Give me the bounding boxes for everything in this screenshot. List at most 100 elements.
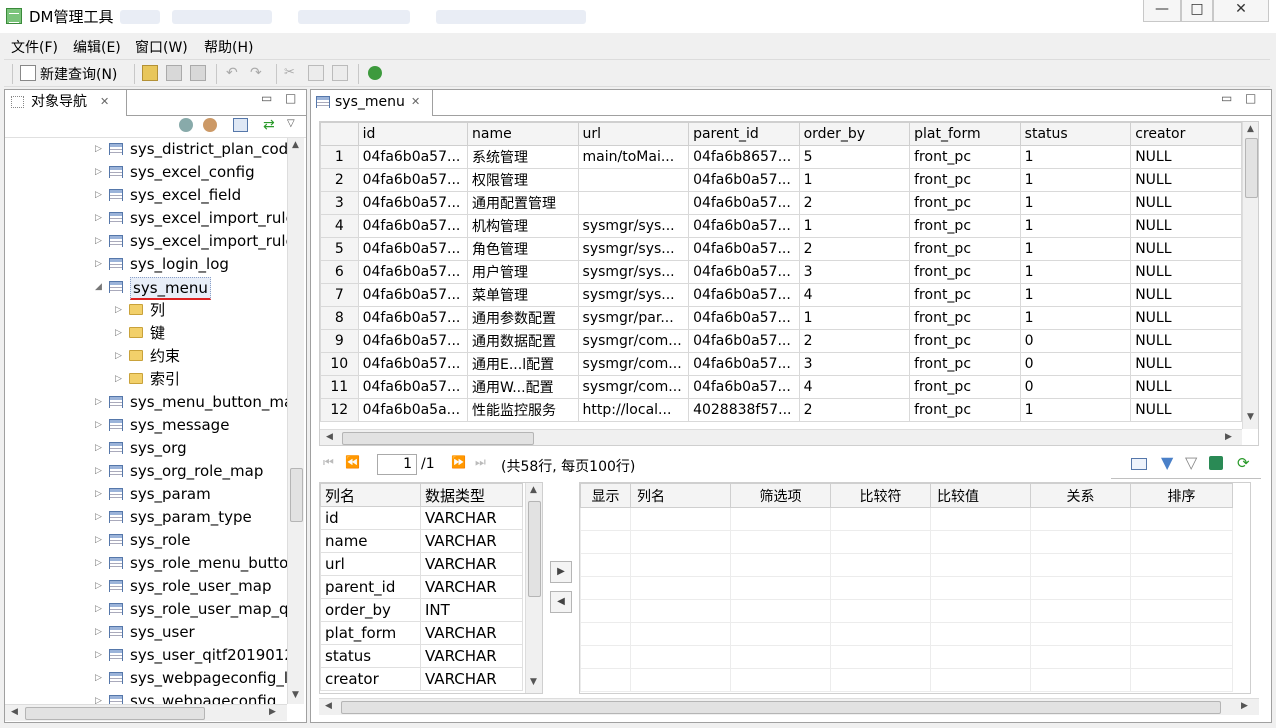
grid-horizontal-scrollbar[interactable]: ◀ ▶ — [320, 429, 1242, 445]
grid-cell[interactable]: 3 — [798, 260, 911, 284]
grid-cell[interactable]: 4 — [798, 375, 911, 399]
expand-chevron-icon[interactable]: ▷ — [95, 184, 102, 207]
expand-chevron-icon[interactable]: ▷ — [95, 483, 102, 506]
column-name-cell[interactable]: creator — [320, 667, 421, 691]
expand-chevron-icon[interactable]: ▷ — [95, 598, 102, 621]
scroll-up-icon[interactable]: ▲ — [530, 485, 537, 495]
scroll-right-icon[interactable]: ▶ — [1241, 701, 1248, 711]
grid-cell[interactable]: 角色管理 — [467, 237, 579, 261]
table-row[interactable]: 7 04fa6b0a57... 菜单管理 sysmgr/sys... 04fa6b0a5… — [320, 283, 1242, 307]
grid-cell[interactable]: 1 — [1019, 306, 1132, 330]
add-to-filter-button[interactable]: ▶ — [550, 561, 572, 583]
grid-cell[interactable]: 通用数据配置 — [467, 329, 579, 353]
column-name-cell[interactable]: order_by — [320, 598, 421, 622]
grid-cell[interactable]: 1 — [1019, 237, 1132, 261]
grid-cell[interactable] — [577, 168, 690, 192]
grid-cell[interactable]: 04fa6b0a57... — [688, 237, 800, 261]
grid-cell[interactable]: front_pc — [909, 145, 1021, 169]
grid-cell[interactable]: 1 — [1019, 260, 1132, 284]
grid-column-header[interactable]: status — [1019, 122, 1132, 146]
grid-cell[interactable]: 1 — [798, 306, 911, 330]
column-header-name[interactable]: 列名 — [320, 483, 421, 507]
grid-cell[interactable]: front_pc — [909, 191, 1021, 215]
column-type-cell[interactable]: VARCHAR — [420, 529, 523, 553]
filter-header-operator[interactable]: 比较符 — [830, 483, 931, 508]
expand-chevron-icon[interactable]: ▷ — [95, 138, 102, 161]
grid-cell[interactable] — [577, 191, 690, 215]
new-query-button[interactable]: 新建查询(N) — [40, 64, 117, 84]
grid-column-header[interactable]: creator — [1130, 122, 1242, 146]
grid-cell[interactable]: 2 — [798, 329, 911, 353]
list-item[interactable]: url VARCHAR — [320, 552, 523, 576]
prev-page-icon[interactable]: ⏪ — [345, 455, 360, 469]
grid-cell[interactable]: 通用W...配置 — [467, 375, 579, 399]
table-row[interactable]: 9 04fa6b0a57... 通用数据配置 sysmgr/com... 04fa6b0… — [320, 329, 1242, 353]
minimize-button[interactable]: — — [1143, 0, 1181, 22]
grid-cell[interactable]: front_pc — [909, 306, 1021, 330]
grid-cell[interactable]: 2 — [798, 237, 911, 261]
table-row[interactable]: 4 04fa6b0a57... 机构管理 sysmgr/sys... 04fa6b0a5… — [320, 214, 1242, 238]
filter-header-column[interactable]: 列名 — [630, 483, 731, 508]
grid-cell[interactable]: 04fa6b0a57... — [688, 283, 800, 307]
expand-chevron-icon[interactable]: ▷ — [95, 437, 102, 460]
grid-cell[interactable]: 04fa6b0a57... — [688, 191, 800, 215]
scroll-right-icon[interactable]: ▶ — [269, 707, 276, 717]
row-number[interactable]: 12 — [320, 398, 359, 422]
remove-from-filter-button[interactable]: ◀ — [550, 591, 572, 613]
grid-cell[interactable]: NULL — [1130, 237, 1242, 261]
table-row[interactable]: 6 04fa6b0a57... 用户管理 sysmgr/sys... 04fa6b0a5… — [320, 260, 1242, 284]
grid-cell[interactable]: 1 — [1019, 191, 1132, 215]
grid-column-header[interactable]: id — [357, 122, 469, 146]
paste-icon[interactable] — [332, 65, 348, 81]
view-menu-chevron-icon[interactable]: ▽ — [287, 118, 303, 134]
grid-cell[interactable]: 04fa6b0a57... — [688, 329, 800, 353]
filter-icon[interactable]: ▼ — [1161, 453, 1173, 472]
grid-column-header[interactable]: parent_id — [688, 122, 800, 146]
grid-cell[interactable]: 1 — [798, 168, 911, 192]
row-number[interactable]: 4 — [320, 214, 359, 238]
expand-chevron-icon[interactable]: ▷ — [95, 644, 102, 667]
copy-icon[interactable] — [308, 65, 324, 81]
export-icon[interactable] — [1209, 456, 1223, 470]
grid-cell[interactable]: 1 — [1019, 168, 1132, 192]
grid-cell[interactable]: 机构管理 — [467, 214, 579, 238]
grid-cell[interactable]: 04fa6b0a57... — [357, 352, 469, 376]
grid-cell[interactable]: 5 — [798, 145, 911, 169]
table-row[interactable]: 10 04fa6b0a57... 通用E...l配置 sysmgr/com... 04f… — [320, 352, 1242, 376]
grid-cell[interactable]: sysmgr/com... — [577, 375, 690, 399]
column-type-cell[interactable]: INT — [420, 598, 523, 622]
row-number[interactable]: 2 — [320, 168, 359, 192]
menu-window[interactable]: 窗口(W) — [135, 37, 188, 57]
grid-cell[interactable]: 04fa6b0a57... — [688, 306, 800, 330]
expand-chevron-icon[interactable]: ▷ — [95, 529, 102, 552]
grid-cell[interactable]: 04fa6b0a57... — [688, 375, 800, 399]
expand-chevron-icon[interactable]: ▷ — [115, 368, 122, 391]
menu-help[interactable]: 帮助(H) — [204, 37, 253, 57]
grid-cell[interactable]: 0 — [1019, 352, 1132, 376]
column-name-cell[interactable]: parent_id — [320, 575, 421, 599]
expand-chevron-icon[interactable]: ▷ — [95, 460, 102, 483]
scroll-up-icon[interactable]: ▲ — [1247, 124, 1254, 134]
grid-cell[interactable]: NULL — [1130, 375, 1242, 399]
row-number[interactable]: 6 — [320, 260, 359, 284]
expand-chevron-icon[interactable]: ▷ — [95, 253, 102, 276]
grid-cell[interactable]: 04fa6b0a57... — [357, 191, 469, 215]
grid-cell[interactable]: NULL — [1130, 398, 1242, 422]
grid-cell[interactable]: front_pc — [909, 237, 1021, 261]
grid-cell[interactable]: 1 — [1019, 214, 1132, 238]
table-row[interactable]: 2 04fa6b0a57... 权限管理 04fa6b0a57... 1 front_pc… — [320, 168, 1242, 192]
grid-cell[interactable]: 1 — [1019, 398, 1132, 422]
expand-chevron-icon[interactable]: ▷ — [95, 552, 102, 575]
grid-cell[interactable]: 4 — [798, 283, 911, 307]
tab-object-navigator[interactable]: 对象导航 ✕ — [5, 90, 127, 116]
grid-cell[interactable]: 0 — [1019, 329, 1132, 353]
expand-chevron-icon[interactable]: ▷ — [95, 621, 102, 644]
row-number[interactable]: 1 — [320, 145, 359, 169]
table-row[interactable]: 5 04fa6b0a57... 角色管理 sysmgr/sys... 04fa6b0a5… — [320, 237, 1242, 261]
grid-cell[interactable]: front_pc — [909, 375, 1021, 399]
new-window-icon[interactable] — [233, 118, 248, 132]
grid-cell[interactable]: NULL — [1130, 191, 1242, 215]
expand-chevron-icon[interactable]: ▷ — [95, 414, 102, 437]
scroll-thumb[interactable] — [528, 501, 541, 597]
list-item[interactable]: order_by INT — [320, 598, 523, 622]
